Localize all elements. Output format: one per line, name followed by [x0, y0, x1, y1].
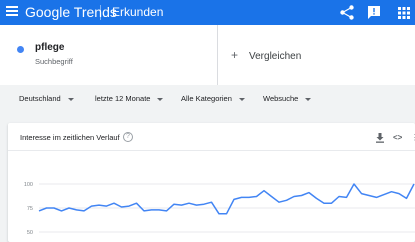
y-tick-label: 75: [27, 206, 33, 212]
embed-code-icon[interactable]: <>: [393, 133, 402, 143]
compare-label: Vergleichen: [249, 51, 302, 62]
appbar-divider: [100, 5, 101, 20]
category-dropdown[interactable]: Alle Kategorien: [181, 94, 245, 104]
caret-down-icon: [67, 97, 74, 101]
search-term-card[interactable]: pflege Suchbegriff: [0, 25, 218, 85]
plus-icon: +: [231, 48, 239, 62]
category-label: Alle Kategorien: [181, 94, 232, 103]
help-icon[interactable]: ?: [123, 132, 133, 142]
brand-google: Google: [25, 4, 71, 20]
period-dropdown[interactable]: letzte 12 Monate: [95, 94, 164, 104]
region-dropdown[interactable]: Deutschland: [19, 94, 74, 104]
caret-down-icon: [157, 97, 164, 101]
filter-bar: Deutschland letzte 12 Monate Alle Katego…: [0, 85, 415, 113]
interest-line-chart: 100 75 50: [24, 182, 415, 236]
caret-down-icon: [305, 97, 312, 101]
search-type-dropdown[interactable]: Websuche: [263, 94, 312, 104]
search-type-label: Websuche: [263, 94, 299, 103]
download-icon[interactable]: [375, 133, 385, 143]
search-term-type: Suchbegriff: [35, 57, 73, 66]
period-label: letzte 12 Monate: [95, 94, 151, 103]
top-app-bar: Google Trends Erkunden: [0, 0, 415, 25]
nav-explore-link[interactable]: Erkunden: [112, 5, 163, 19]
search-term-name[interactable]: pflege: [35, 42, 64, 54]
term-color-dot: [17, 46, 24, 53]
share-icon[interactable]: [339, 5, 355, 20]
brand-trends: Trends: [73, 4, 117, 20]
y-tick-label: 50: [27, 230, 33, 236]
series-line: [38, 183, 415, 215]
interest-over-time-card: Interesse im zeitlichen Verlauf ? <> ⋮ 1…: [8, 123, 415, 242]
card-title: Interesse im zeitlichen Verlauf: [20, 133, 120, 142]
google-trends-logo[interactable]: Google Trends: [25, 4, 117, 20]
menu-icon[interactable]: [6, 6, 18, 19]
region-label: Deutschland: [19, 94, 61, 103]
caret-down-icon: [238, 97, 245, 101]
y-tick-label: 100: [24, 182, 33, 188]
apps-icon[interactable]: [397, 6, 411, 20]
feedback-icon[interactable]: [366, 5, 382, 20]
compare-panel: pflege Suchbegriff + Vergleichen: [0, 25, 415, 85]
compare-button[interactable]: + Vergleichen: [219, 25, 415, 85]
more-options-icon[interactable]: ⋮: [411, 133, 415, 143]
